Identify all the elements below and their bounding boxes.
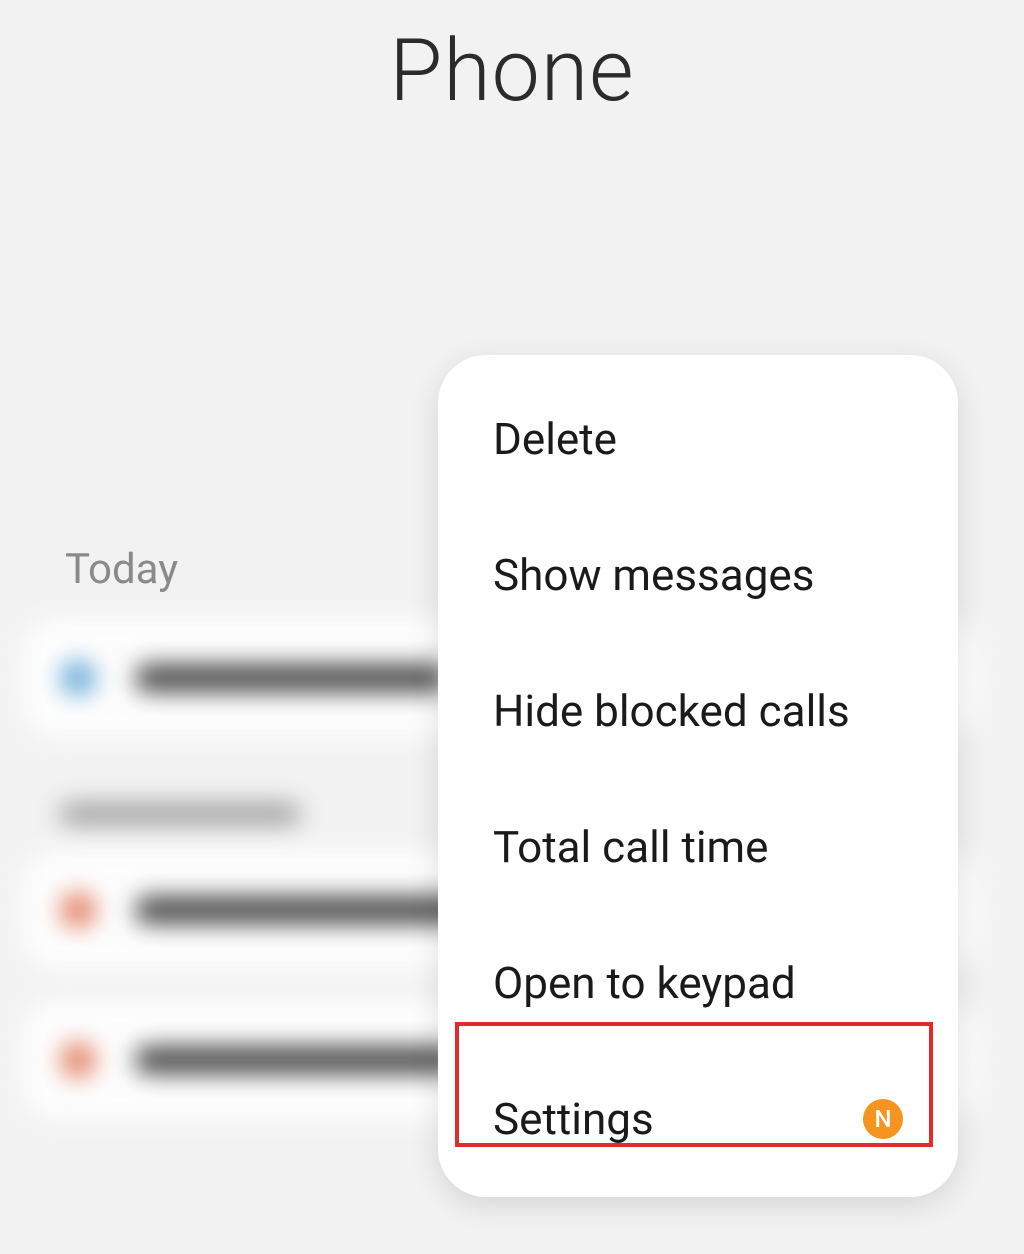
redacted-text	[136, 664, 446, 692]
menu-item-settings[interactable]: Settings N	[438, 1051, 958, 1187]
menu-item-label: Show messages	[493, 549, 814, 601]
call-type-icon	[60, 1042, 96, 1078]
call-type-icon	[60, 892, 96, 928]
call-type-icon	[60, 660, 96, 696]
redacted-text	[136, 896, 466, 924]
menu-item-hide-blocked-calls[interactable]: Hide blocked calls	[438, 643, 958, 779]
menu-item-open-to-keypad[interactable]: Open to keypad	[438, 915, 958, 1051]
menu-item-label: Total call time	[493, 821, 768, 873]
new-badge-icon: N	[863, 1099, 903, 1139]
redacted-text	[60, 803, 300, 825]
menu-item-delete[interactable]: Delete	[438, 371, 958, 507]
section-today-label: Today	[65, 545, 178, 594]
redacted-text	[136, 1046, 456, 1074]
menu-item-label: Open to keypad	[493, 957, 796, 1009]
menu-item-label: Settings	[493, 1093, 654, 1145]
menu-item-total-call-time[interactable]: Total call time	[438, 779, 958, 915]
menu-item-label: Hide blocked calls	[493, 685, 850, 737]
menu-item-show-messages[interactable]: Show messages	[438, 507, 958, 643]
overflow-menu: Delete Show messages Hide blocked calls …	[438, 355, 958, 1197]
menu-item-label: Delete	[493, 413, 617, 465]
page-title: Phone	[0, 20, 1024, 121]
